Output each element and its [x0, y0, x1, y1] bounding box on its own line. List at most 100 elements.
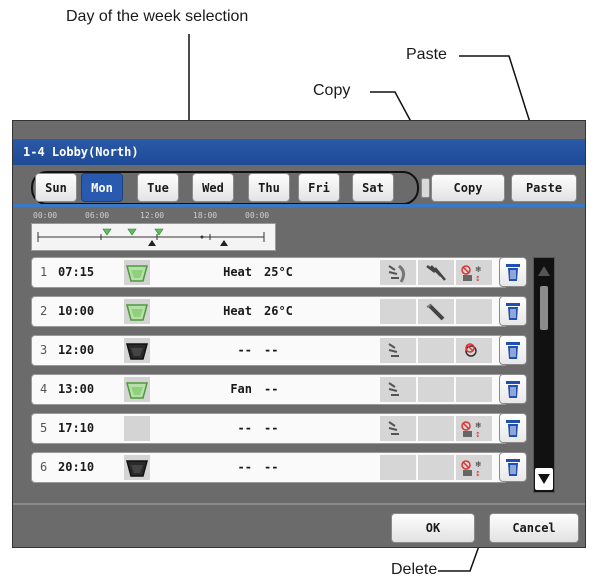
delete-button-row-3[interactable] [499, 335, 527, 365]
schedule-row-6[interactable]: 6 20:10 -- -- ❄ ↕ [31, 452, 508, 483]
unit-empty-cell [124, 416, 150, 441]
empty-cell [418, 338, 454, 363]
row-mode: Heat [223, 265, 252, 279]
delete-button-row-5[interactable] [499, 413, 527, 443]
arrow-up-icon [538, 266, 550, 276]
row-time: 10:00 [58, 304, 95, 318]
unit-on-icon [124, 299, 150, 324]
unit-off-icon [124, 338, 150, 363]
day-button-mon[interactable]: Mon [81, 173, 123, 202]
schedule-row-2[interactable]: 2 10:00 Heat 26°C [31, 296, 508, 327]
row-time: 17:10 [58, 421, 95, 435]
delete-button-row-1[interactable] [499, 257, 527, 287]
delete-button-row-6[interactable] [499, 452, 527, 482]
trash-icon [506, 264, 520, 281]
scroll-down-button[interactable] [535, 468, 553, 490]
title-bar: 1-4 Lobby(North) [13, 139, 585, 165]
timeline-graphic [37, 228, 265, 246]
empty-cell [380, 455, 416, 480]
copy-button[interactable]: Copy [431, 174, 505, 202]
timeline-marker-on [154, 228, 164, 236]
svg-text:❄: ❄ [475, 265, 482, 274]
prohibit-remote-icon: ❄ ↕ [456, 260, 492, 285]
unit-on-icon [124, 260, 150, 285]
row-mode: -- [237, 460, 252, 474]
prohibit-remote-icon: ❄ ↕ [456, 416, 492, 441]
day-button-tue[interactable]: Tue [137, 173, 179, 202]
empty-cell [456, 299, 492, 324]
tick-label: 12:00 [140, 211, 165, 220]
schedule-row-3[interactable]: 3 12:00 -- -- [31, 335, 508, 366]
row-mode: -- [237, 343, 252, 357]
empty-cell [418, 416, 454, 441]
schedule-row-5[interactable]: 5 17:10 -- -- ❄ ↕ [31, 413, 508, 444]
timeline-marker-on [127, 228, 137, 236]
row-temp: -- [264, 421, 279, 435]
unit-off-icon [124, 455, 150, 480]
schedule-row-4[interactable]: 4 13:00 Fan -- [31, 374, 508, 405]
trash-icon [506, 303, 520, 320]
trash-icon [506, 420, 520, 437]
row-temp: -- [264, 382, 279, 396]
unit-on-icon [124, 377, 150, 402]
row-time: 13:00 [58, 382, 95, 396]
row-mode: Heat [223, 304, 252, 318]
trash-icon [506, 459, 520, 476]
fan-speed-icon [380, 377, 416, 402]
delete-button-row-4[interactable] [499, 374, 527, 404]
row-temp: 25°C [264, 265, 293, 279]
air-direction-icon [418, 299, 454, 324]
svg-text:❄: ❄ [475, 421, 482, 430]
row-temp: 26°C [264, 304, 293, 318]
row-time: 12:00 [58, 343, 95, 357]
day-button-sat[interactable]: Sat [352, 173, 394, 202]
empty-cell [380, 299, 416, 324]
tick-label: 00:00 [245, 211, 270, 220]
prohibit-remote-icon: ❄ ↕ [456, 455, 492, 480]
row-time: 20:10 [58, 460, 95, 474]
paste-button[interactable]: Paste [511, 174, 577, 202]
row-number: 4 [40, 382, 48, 396]
schedule-scrollbar[interactable] [533, 257, 555, 493]
day-button-thu[interactable]: Thu [248, 173, 290, 202]
svg-text:❄: ❄ [475, 460, 482, 469]
empty-cell [456, 377, 492, 402]
fan-speed-icon [380, 416, 416, 441]
footer-divider [13, 503, 585, 505]
row-time: 07:15 [58, 265, 95, 279]
svg-text:↕: ↕ [475, 275, 481, 283]
delete-button-row-2[interactable] [499, 296, 527, 326]
day-button-fri[interactable]: Fri [298, 173, 340, 202]
day-button-sun[interactable]: Sun [35, 173, 77, 202]
row-mode: Fan [230, 382, 252, 396]
prohibit-onoff-icon [456, 338, 492, 363]
arrow-down-icon [538, 474, 550, 484]
day-button-wed[interactable]: Wed [192, 173, 234, 202]
tick-label: 06:00 [85, 211, 110, 220]
tick-label: 00:00 [33, 211, 58, 220]
timeline-marker-off [148, 240, 156, 246]
fan-speed-icon [380, 260, 416, 285]
toolbar-divider [13, 204, 585, 207]
svg-text:↕: ↕ [475, 470, 481, 478]
schedule-row-1[interactable]: 1 07:15 Heat 25°C ❄ ↕ [31, 257, 508, 288]
row-temp: -- [264, 343, 279, 357]
air-direction-icon [418, 260, 454, 285]
tick-label: 18:00 [193, 211, 218, 220]
fan-speed-icon [380, 338, 416, 363]
schedule-window: 1-4 Lobby(North) Sun Mon Tue Wed Thu Fri… [12, 120, 586, 548]
clipboard-indicator [421, 178, 430, 198]
row-number: 1 [40, 265, 48, 279]
row-number: 3 [40, 343, 48, 357]
window-title: 1-4 Lobby(North) [23, 145, 139, 159]
scroll-thumb[interactable] [540, 286, 548, 330]
row-number: 5 [40, 421, 48, 435]
scroll-up-button[interactable] [535, 260, 553, 282]
ok-button[interactable]: OK [391, 513, 475, 543]
row-number: 6 [40, 460, 48, 474]
timeline-marker-off [220, 240, 228, 246]
empty-cell [418, 455, 454, 480]
trash-icon [506, 342, 520, 359]
trash-icon [506, 381, 520, 398]
cancel-button[interactable]: Cancel [489, 513, 579, 543]
